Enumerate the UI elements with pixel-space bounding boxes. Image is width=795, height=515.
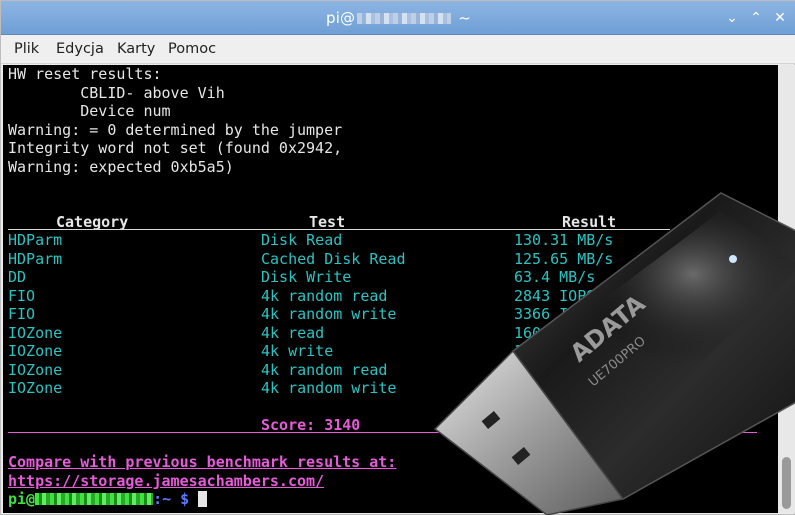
row-category: FIO (8, 286, 36, 305)
row-test: 4k read (261, 323, 325, 342)
row-category: IOZone (8, 342, 63, 360)
row-category: FIO (8, 305, 36, 323)
close-icon: ✕ (774, 10, 786, 26)
menu-item-pomoc[interactable]: Pomoc (168, 41, 216, 57)
row-test: 4k random read (261, 286, 388, 305)
chevron-down-icon: ⌄ (726, 10, 738, 26)
row-category: HDParm (8, 231, 63, 249)
row-result: 3366 IOPS (13464 KB/s) (514, 305, 713, 323)
table-row: IOZone 4k random write 12975 KB/s (3, 379, 778, 397)
row-result: 16088 KB/s (514, 323, 605, 342)
row-category: IOZone (8, 360, 63, 379)
shell-prompt[interactable]: pi@ :~ $ (8, 490, 208, 508)
scrollbar-thumb[interactable] (782, 457, 791, 509)
prompt-user: pi@ (8, 490, 36, 508)
compare-text: Compare with previous benchmark results … (8, 453, 397, 471)
title-user: pi@ (325, 9, 356, 27)
title-bar[interactable]: pi@ ~ ⌄ ⌃ ✕ (1, 1, 795, 35)
results-link[interactable]: https://storage.jamesachambers.com/ (8, 472, 324, 490)
menu-bar: Plik Edycja Karty Pomoc (1, 35, 795, 64)
table-row: DD Disk Write 63.4 MB/s (3, 268, 778, 286)
table-row: IOZone 4k random read 11502 KB/s (3, 361, 778, 379)
table-row: IOZone 4k write 12213 KB/s (3, 342, 778, 360)
row-category: IOZone (8, 379, 63, 397)
table-row: FIO 4k random write 3366 IOPS (13464 KB/… (3, 305, 778, 323)
prompt-path: :~ $ (153, 490, 190, 508)
row-result: 63.4 MB/s (514, 268, 596, 286)
menu-item-plik[interactable]: Plik (14, 41, 39, 57)
row-test: 4k random write (261, 305, 397, 323)
row-test: Cached Disk Read (261, 249, 406, 268)
title-hostname-masked (357, 13, 452, 24)
terminal-window: pi@ ~ ⌄ ⌃ ✕ Plik Edycja Karty Pomoc HW r… (0, 0, 795, 515)
menu-item-karty[interactable]: Karty (117, 41, 155, 57)
row-result: 12975 KB/s (514, 379, 605, 397)
title-path: ~ (458, 9, 472, 27)
output-line: HW reset results: (8, 65, 162, 83)
row-test: Disk Write (261, 268, 352, 286)
row-category: HDParm (8, 249, 63, 268)
score-divider (8, 432, 757, 433)
row-result: 125.65 MB/s (514, 249, 614, 268)
row-test: 4k random write (261, 379, 397, 397)
terminal-output[interactable]: HW reset results: CBLID- above Vih Devic… (3, 65, 778, 513)
row-result: 11502 KB/s (514, 360, 605, 379)
terminal-scrollbar[interactable] (778, 65, 795, 513)
chevron-up-icon: ⌃ (750, 10, 762, 26)
maximize-button[interactable]: ⌃ (747, 9, 765, 27)
table-row: HDParm Disk Read 130.31 MB/s (3, 231, 778, 249)
output-line: CBLID- above Vih (8, 83, 225, 102)
row-category: DD (8, 268, 27, 286)
close-button[interactable]: ✕ (771, 9, 789, 27)
row-result: 12213 KB/s (514, 342, 605, 360)
window-title: pi@ ~ (1, 9, 795, 27)
text-cursor (198, 491, 208, 507)
minimize-button[interactable]: ⌄ (723, 9, 741, 27)
table-row: HDParm Cached Disk Read 125.65 MB/s (3, 250, 778, 268)
output-line: Warning: expected 0xb5a5) (8, 157, 234, 176)
row-category: IOZone (8, 323, 63, 342)
menu-item-edycja[interactable]: Edycja (56, 41, 104, 57)
header-divider (8, 229, 670, 230)
output-line: Integrity word not set (found 0x2942, (8, 139, 343, 157)
row-result: 2843 IOPS (11374 KB/s) (514, 286, 713, 305)
table-row: IOZone 4k read 16088 KB/s (3, 324, 778, 342)
prompt-hostname-masked (35, 493, 154, 505)
row-test: 4k random read (261, 360, 388, 379)
output-line: Warning: = 0 determined by the jumper (8, 120, 343, 139)
table-row: FIO 4k random read 2843 IOPS (11374 KB/s… (3, 287, 778, 305)
row-test: Disk Read (261, 231, 343, 249)
row-test: 4k write (261, 342, 334, 360)
row-result: 130.31 MB/s (514, 231, 614, 249)
output-line: Device num (8, 102, 171, 120)
